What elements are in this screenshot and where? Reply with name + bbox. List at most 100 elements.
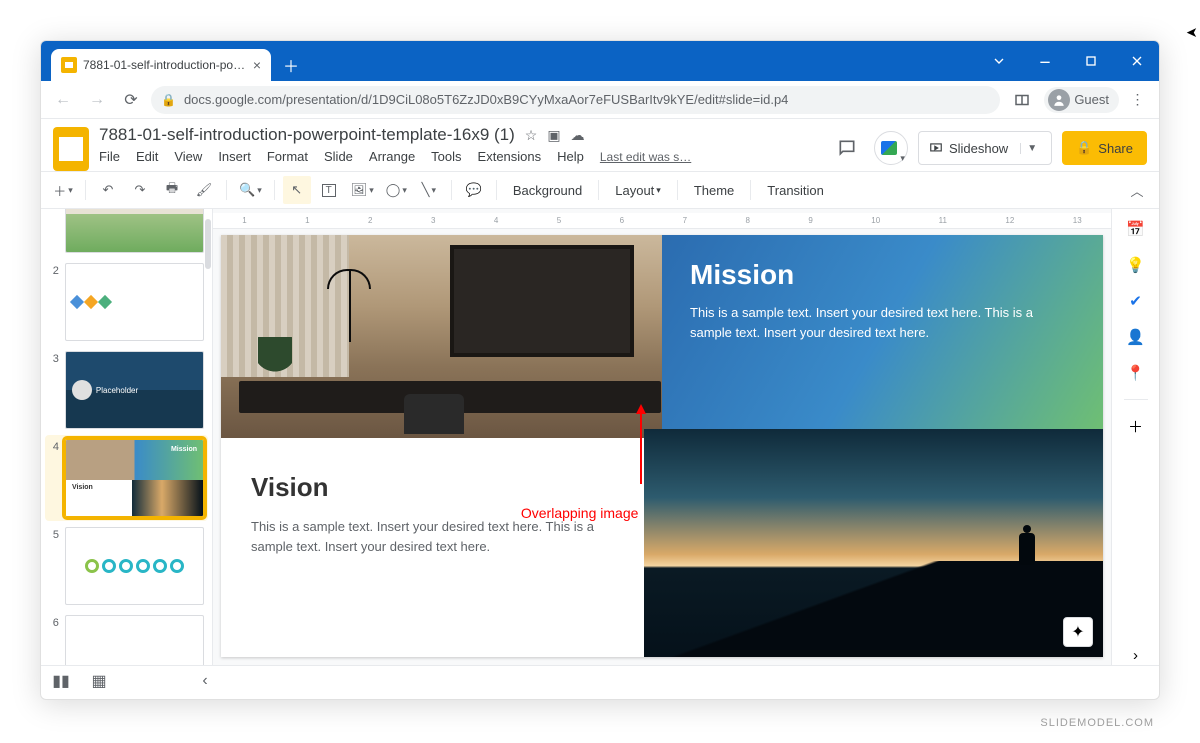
thumb-number: 4	[49, 439, 59, 453]
slides-favicon-icon	[61, 57, 77, 73]
minimize-button[interactable]	[1023, 41, 1067, 81]
side-panel: ➤ 📅 💡 ✔ 👤 📍 ＋ ›	[1111, 209, 1159, 665]
title-block: 7881-01-self-introduction-powerpoint-tem…	[99, 125, 820, 164]
share-button[interactable]: 🔒 Share	[1062, 131, 1147, 165]
comment-tool[interactable]: 💬	[460, 176, 488, 204]
thumb-number: 3	[49, 351, 59, 365]
thumb-number: 2	[49, 263, 59, 277]
maps-icon[interactable]: 📍	[1126, 363, 1146, 383]
mission-body: This is a sample text. Insert your desir…	[690, 303, 1075, 342]
tab-title: 7881-01-self-introduction-powe	[83, 58, 247, 72]
textbox-tool[interactable]: T	[315, 176, 343, 204]
back-button[interactable]: ←	[49, 86, 77, 114]
forward-button[interactable]: →	[83, 86, 111, 114]
new-slide-button[interactable]: ＋▾	[49, 176, 77, 204]
slideshow-dropdown[interactable]: ▼	[1020, 143, 1043, 154]
layout-button[interactable]: Layout▾	[607, 176, 669, 204]
profile-chip[interactable]: Guest	[1044, 87, 1119, 113]
select-tool[interactable]: ↖	[283, 176, 311, 204]
explore-button[interactable]: ✦	[1063, 617, 1093, 647]
horizontal-ruler: 112345678910111213	[213, 213, 1111, 229]
slide-thumbnail-3[interactable]: Placeholder	[65, 351, 204, 429]
redo-button[interactable]: ↷	[126, 176, 154, 204]
slide-canvas[interactable]: Mission This is a sample text. Insert yo…	[221, 235, 1103, 657]
slideshow-button[interactable]: Slideshow ▼	[918, 131, 1052, 165]
close-tab-icon[interactable]: ×	[253, 57, 261, 73]
menu-edit[interactable]: Edit	[136, 149, 158, 164]
comments-button[interactable]	[830, 131, 864, 165]
tasks-icon[interactable]: ✔	[1126, 291, 1146, 311]
add-addon-icon[interactable]: ＋	[1126, 416, 1146, 436]
menu-insert[interactable]: Insert	[218, 149, 251, 164]
menu-format[interactable]: Format	[267, 149, 308, 164]
menu-extensions[interactable]: Extensions	[478, 149, 542, 164]
menu-slide[interactable]: Slide	[324, 149, 353, 164]
grid-view-icon[interactable]: ▦	[89, 671, 109, 691]
maximize-button[interactable]	[1069, 41, 1113, 81]
scrollbar[interactable]	[205, 219, 211, 269]
new-tab-button[interactable]: ＋	[277, 51, 305, 79]
paint-format-button[interactable]: 🖌	[190, 176, 218, 204]
background-button[interactable]: Background	[505, 176, 590, 204]
image-tool[interactable]: 🖼▾	[347, 176, 378, 204]
browser-tab[interactable]: 7881-01-self-introduction-powe ×	[51, 49, 271, 81]
menu-view[interactable]: View	[174, 149, 202, 164]
lock-icon: 🔒	[161, 93, 176, 107]
star-icon[interactable]: ☆	[525, 127, 538, 144]
collapse-toolbar-button[interactable]: ︿	[1123, 176, 1151, 204]
chevron-down-icon[interactable]	[977, 41, 1021, 81]
menu-bar: File Edit View Insert Format Slide Arran…	[99, 149, 820, 164]
reload-button[interactable]: ⟳	[117, 86, 145, 114]
window-controls	[977, 41, 1159, 81]
cloud-saved-icon[interactable]: ☁	[571, 127, 585, 144]
undo-button[interactable]: ↶	[94, 176, 122, 204]
menu-tools[interactable]: Tools	[431, 149, 461, 164]
browser-menu-button[interactable]: ⋮	[1125, 91, 1151, 108]
slide-thumbnail-1[interactable]	[65, 209, 204, 253]
menu-file[interactable]: File	[99, 149, 120, 164]
line-tool[interactable]: ╲▾	[415, 176, 443, 204]
print-button[interactable]: 🖶	[158, 176, 186, 204]
lock-icon: 🔒	[1076, 140, 1092, 156]
zoom-button[interactable]: 🔍▾	[235, 176, 266, 204]
office-image[interactable]	[221, 235, 680, 438]
collapse-filmstrip-icon[interactable]: ‹	[195, 671, 215, 691]
reading-list-icon[interactable]	[1006, 84, 1038, 116]
contacts-icon[interactable]: 👤	[1126, 327, 1146, 347]
slide-thumbnail-panel[interactable]: 2 3 Placeholder 4 5 6	[41, 209, 213, 665]
meet-button[interactable]	[874, 131, 908, 165]
filmstrip-view-icon[interactable]: ▮▮	[51, 671, 71, 691]
menu-help[interactable]: Help	[557, 149, 584, 164]
address-bar[interactable]: 🔒 docs.google.com/presentation/d/1D9CiL0…	[151, 86, 1000, 114]
close-window-button[interactable]	[1115, 41, 1159, 81]
toolbar: ＋▾ ↶ ↷ 🖶 🖌 🔍▾ ↖ T 🖼▾ ◯▾ ╲▾ 💬 Background …	[41, 171, 1159, 209]
move-icon[interactable]: ▣	[547, 127, 560, 144]
slide-thumbnail-4[interactable]	[65, 439, 204, 517]
tab-strip: 7881-01-self-introduction-powe × ＋	[41, 41, 977, 81]
url-bar-row: ← → ⟳ 🔒 docs.google.com/presentation/d/1…	[41, 81, 1159, 119]
calendar-icon[interactable]: 📅	[1126, 219, 1146, 239]
hide-side-panel-icon[interactable]: ›	[1126, 645, 1146, 665]
menu-arrange[interactable]: Arrange	[369, 149, 415, 164]
app-header: 7881-01-self-introduction-powerpoint-tem…	[41, 119, 1159, 171]
annotation-arrow	[636, 404, 646, 484]
transition-button[interactable]: Transition	[759, 176, 832, 204]
titlebar: 7881-01-self-introduction-powe × ＋	[41, 41, 1159, 81]
theme-button[interactable]: Theme	[686, 176, 742, 204]
slide-thumbnail-2[interactable]	[65, 263, 204, 341]
thumb-number: 6	[49, 615, 59, 629]
mission-block[interactable]: Mission This is a sample text. Insert yo…	[662, 235, 1103, 429]
slide-thumbnail-6[interactable]	[65, 615, 204, 665]
document-title[interactable]: 7881-01-self-introduction-powerpoint-tem…	[99, 125, 515, 145]
slide-thumbnail-5[interactable]	[65, 527, 204, 605]
slideshow-label: Slideshow	[949, 141, 1008, 156]
thumb-number: 5	[49, 527, 59, 541]
keep-icon[interactable]: 💡	[1126, 255, 1146, 275]
shape-tool[interactable]: ◯▾	[382, 176, 411, 204]
slides-logo-icon[interactable]	[53, 127, 89, 171]
url-text: docs.google.com/presentation/d/1D9CiL08o…	[184, 92, 788, 107]
sunset-image[interactable]	[644, 429, 1103, 657]
watermark: SLIDEMODEL.COM	[1040, 717, 1154, 729]
annotation-label: Overlapping image	[521, 505, 639, 521]
last-edit-link[interactable]: Last edit was s…	[600, 150, 691, 164]
